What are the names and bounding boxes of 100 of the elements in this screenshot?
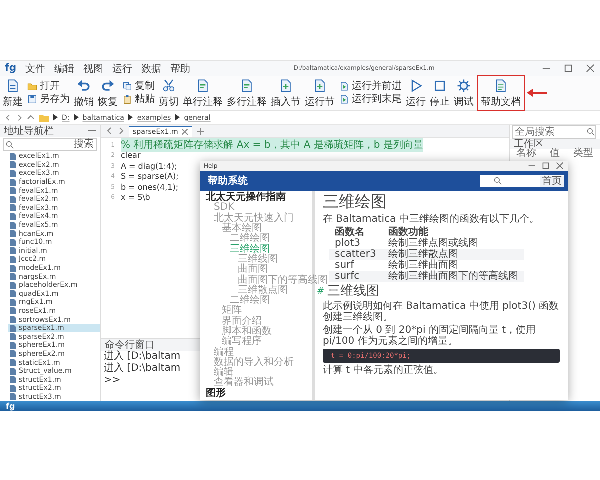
column-header: 类型: [573, 149, 594, 159]
code-line: clear: [121, 151, 141, 160]
run-section-icon: [339, 94, 350, 105]
ribbon-button[interactable]: 剪切: [158, 77, 180, 109]
table-cell: 绘制三维曲面图: [382, 260, 524, 271]
scissors-icon: [161, 78, 177, 94]
column-header: 值: [550, 149, 560, 159]
forward-icon[interactable]: [16, 114, 23, 122]
ribbon-button[interactable]: 调试: [453, 77, 475, 109]
ribbon-button[interactable]: 另存为: [26, 94, 71, 105]
ribbon-button[interactable]: 撤销: [73, 77, 95, 109]
code-line: A = diag(1:4);: [121, 162, 178, 171]
column-header: 名称: [516, 149, 537, 159]
search-field[interactable]: 搜索: [3, 138, 97, 151]
table-cell: surf: [329, 260, 382, 271]
table-cell: scatter3: [329, 249, 382, 260]
section-icon: [278, 78, 294, 94]
ribbon-button[interactable]: 运行节: [304, 77, 336, 109]
page-heading: 三维绘图: [323, 192, 388, 212]
back-icon[interactable]: [5, 114, 12, 122]
copy-icon: [122, 81, 133, 92]
table-cell: 绘制三维曲面图下的等高线图: [382, 271, 524, 282]
comment-icon: [195, 78, 211, 94]
app-logo: fg: [6, 402, 16, 410]
paragraph: 此示例说明如何在 Baltamatica 中使用 plot3() 函数创建三维线图。: [323, 301, 560, 323]
table-header: 函数功能: [382, 227, 524, 238]
ribbon-button[interactable]: 打开: [26, 81, 71, 92]
code-line: b = ones(4,1);: [121, 182, 179, 192]
help-document-icon: [493, 78, 509, 94]
nav-item[interactable]: 图形: [206, 388, 226, 399]
console-line: 进入 [D:\baltam: [103, 363, 181, 375]
search-field[interactable]: 首页: [480, 175, 564, 187]
console-line: 进入 [D:\baltam: [103, 351, 181, 362]
menu-item[interactable]: 运行: [112, 62, 133, 76]
table-cell: 绘制三维点图或线图: [382, 238, 524, 249]
menu-item[interactable]: 编辑: [54, 62, 75, 76]
ribbon-button[interactable]: 运行并前进: [338, 81, 403, 92]
table-cell: 绘制三维散点图: [382, 249, 524, 260]
brand-title: 帮助系统: [208, 174, 248, 188]
ribbon-button[interactable]: 单行注释: [182, 77, 224, 109]
ribbon-button[interactable]: 新建: [2, 77, 24, 109]
run-section-icon: [339, 81, 350, 92]
table-header: 函数名: [334, 227, 366, 238]
save-icon: [27, 94, 38, 105]
up-icon[interactable]: [27, 114, 35, 122]
comment-icon: [239, 78, 255, 94]
back-icon[interactable]: [107, 127, 113, 135]
ribbon-button[interactable]: 插入节: [270, 77, 302, 109]
close-icon[interactable]: [182, 128, 188, 134]
paste-icon: [122, 94, 133, 105]
code-line: x = S\b: [121, 193, 150, 202]
gear-icon: [456, 78, 472, 94]
search-icon: [494, 177, 502, 185]
ribbon-button[interactable]: 粘贴: [121, 94, 156, 105]
search-field[interactable]: 全局搜索: [512, 125, 596, 139]
ribbon-button[interactable]: 复制: [121, 81, 156, 92]
table-cell: surfc: [329, 271, 382, 282]
folder-icon: [39, 114, 49, 122]
paragraph: 创建一个从 0 到 20*pi 的固定间隔向量 t，使用 pi/100 作为元素之间的增量。: [323, 325, 538, 347]
ribbon-button[interactable]: 恢复: [97, 77, 119, 109]
ribbon-button[interactable]: 停止: [429, 77, 451, 109]
section-heading: 三维线图: [328, 284, 380, 299]
close-icon[interactable]: [586, 64, 595, 73]
document-icon: [5, 78, 21, 94]
chevron-icon: [74, 114, 79, 121]
undo-icon: [76, 78, 92, 94]
forward-icon[interactable]: [118, 127, 124, 135]
nav-item[interactable]: 北太天元操作指南: [206, 193, 286, 204]
maximize-icon[interactable]: [542, 162, 550, 170]
table-cell: plot3: [329, 238, 382, 249]
maximize-icon[interactable]: [564, 64, 573, 73]
folder-icon: [27, 81, 38, 92]
close-icon[interactable]: [556, 162, 564, 170]
add-icon[interactable]: [197, 128, 204, 134]
chevron-icon: [175, 114, 180, 121]
search-icon: [6, 140, 14, 148]
ribbon-button[interactable]: 帮助文档: [480, 77, 522, 109]
menu-item[interactable]: 视图: [84, 62, 104, 76]
ribbon-button[interactable]: 运行: [405, 77, 427, 109]
search-icon: [587, 128, 595, 136]
menu-item[interactable]: 文件: [26, 62, 46, 76]
panel-title: 地址导航栏: [4, 124, 54, 138]
annotation-arrow: [527, 89, 547, 97]
paragraph: 在 Baltamatica 中三维绘图的函数有以下几个。: [323, 214, 540, 225]
search-button[interactable]: 搜索: [74, 140, 94, 150]
console-line: >>: [103, 375, 121, 387]
section-icon: [312, 78, 328, 94]
chevron-icon: [128, 114, 134, 121]
menu-item[interactable]: 数据: [142, 62, 162, 76]
code-line: S = sparse(A);: [121, 172, 179, 182]
ribbon-button[interactable]: 多行注释: [226, 77, 268, 109]
panel-title: 命令行窗口: [105, 338, 155, 351]
menu-item[interactable]: 帮助: [170, 62, 191, 76]
paragraph: 计算 t 中各元素的正弦值。: [323, 365, 444, 376]
home-button[interactable]: 首页: [540, 176, 564, 186]
ribbon-button[interactable]: 运行到末尾: [338, 94, 403, 105]
redo-icon: [100, 78, 116, 94]
chevron-icon: [53, 114, 58, 121]
app-logo: fg: [5, 63, 17, 74]
stop-icon: [432, 78, 448, 94]
